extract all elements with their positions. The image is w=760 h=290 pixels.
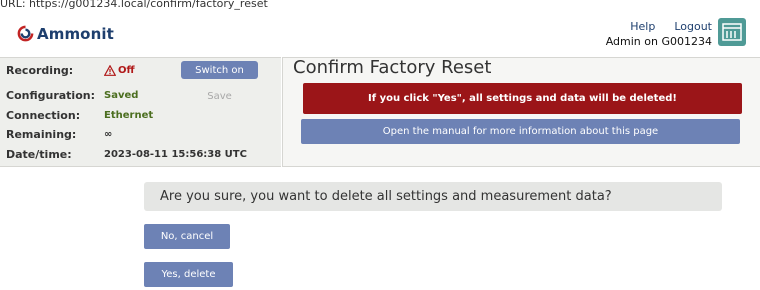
save-button[interactable]: Save <box>181 88 258 105</box>
status-row-recording: Recording: Off <box>6 64 135 77</box>
manual-button[interactable]: Open the manual for more information abo… <box>301 119 740 144</box>
datetime-label: Date/time: <box>6 148 72 161</box>
configuration-label: Configuration: <box>6 89 95 102</box>
switch-on-button[interactable]: Switch on <box>181 61 258 79</box>
status-row-configuration: Configuration: Saved <box>6 89 138 102</box>
brand-logo-link[interactable]: Ammonit <box>16 24 114 43</box>
status-row-remaining: Remaining: ∞ <box>6 128 112 141</box>
warning-banner: If you click "Yes", all settings and dat… <box>303 83 742 114</box>
brand-name: Ammonit <box>37 24 114 43</box>
connection-value: Ethernet <box>104 110 154 121</box>
recording-value-text: Off <box>118 65 135 76</box>
cancel-button[interactable]: No, cancel <box>144 224 230 249</box>
logout-link[interactable]: Logout <box>674 20 712 33</box>
user-label: Admin on G001234 <box>605 35 712 48</box>
page-title: Confirm Factory Reset <box>293 57 492 78</box>
remaining-value: ∞ <box>104 129 113 140</box>
warning-icon <box>104 65 116 76</box>
datetime-value: 2023-08-11 15:56:38 UTC <box>104 149 247 160</box>
confirm-question: Are you sure, you want to delete all set… <box>144 182 722 211</box>
status-row-connection: Connection: Ethernet <box>6 109 153 122</box>
ammonit-logo-icon <box>17 25 34 42</box>
help-link[interactable]: Help <box>630 20 655 33</box>
recording-label: Recording: <box>6 64 74 77</box>
yes-delete-button[interactable]: Yes, delete <box>144 262 233 287</box>
status-row-datetime: Date/time: 2023-08-11 15:56:38 UTC <box>6 148 247 161</box>
configuration-value: Saved <box>104 90 139 101</box>
connection-label: Connection: <box>6 109 81 122</box>
remaining-label: Remaining: <box>6 128 77 141</box>
recording-value: Off <box>104 65 135 76</box>
url-bar: URL: https://g001234.local/confirm/facto… <box>0 0 268 10</box>
sync-icon[interactable] <box>718 18 746 46</box>
header-user-area: Help Logout Admin on G001234 <box>606 20 712 48</box>
